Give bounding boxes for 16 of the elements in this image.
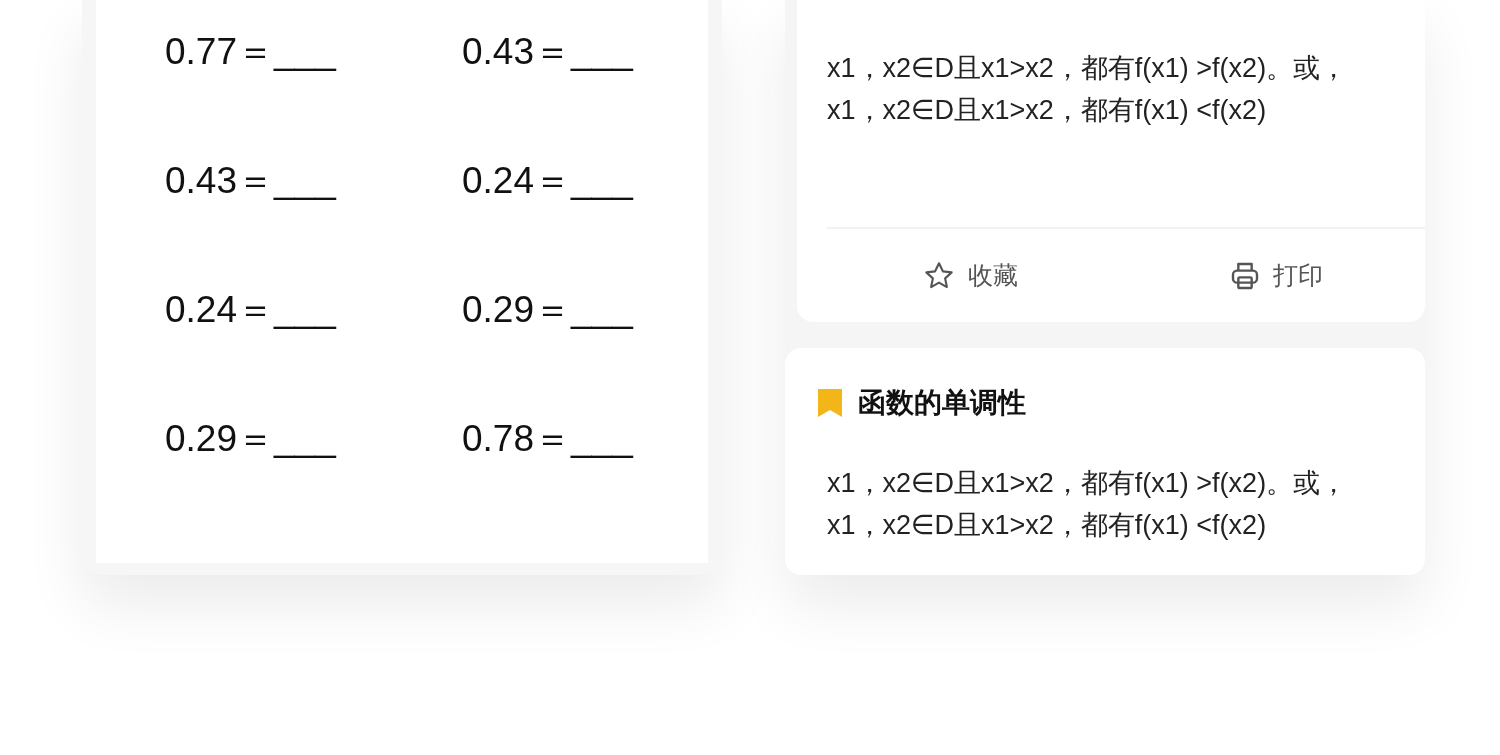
equation: 0.24＝___ bbox=[165, 288, 338, 332]
note-title: 函数的单调性 bbox=[858, 386, 1026, 420]
equation: 0.77＝___ bbox=[165, 30, 338, 74]
bookmark-icon bbox=[818, 389, 842, 417]
equation: 0.43＝___ bbox=[462, 30, 635, 74]
equation: 0.78＝___ bbox=[462, 417, 635, 461]
equation: 0.43＝___ bbox=[165, 159, 338, 203]
favorite-button[interactable]: 收藏 bbox=[827, 229, 1119, 322]
equation: 0.24＝___ bbox=[462, 159, 635, 203]
note-text: x1，x2∈D且x1>x2，都有f(x1) <f(x2) bbox=[827, 509, 1268, 542]
note-text: x1，x2∈D且x1>x2，都有f(x1) >f(x2)。或， bbox=[827, 467, 1349, 500]
note-text: x1，x2∈D且x1>x2，都有f(x1) <f(x2) bbox=[827, 94, 1268, 127]
note-text: x1，x2∈D且x1>x2，都有f(x1) >f(x2)。或， bbox=[827, 52, 1349, 85]
equation: 0.29＝___ bbox=[462, 288, 635, 332]
equation: 0.29＝___ bbox=[165, 417, 338, 461]
print-button[interactable]: 打印 bbox=[1118, 229, 1425, 322]
